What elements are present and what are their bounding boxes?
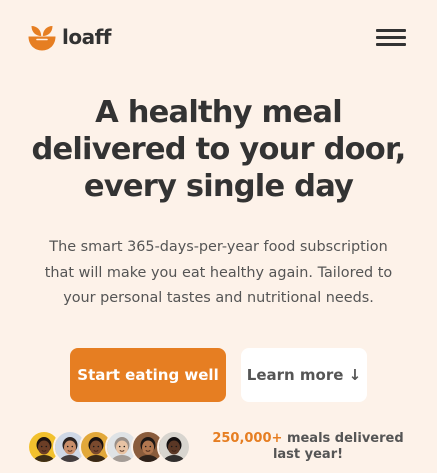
- hamburger-menu-icon[interactable]: [376, 27, 408, 49]
- bowl-sprout-icon: [28, 26, 56, 51]
- menu-bar: [376, 36, 406, 39]
- logo-text: loaff: [62, 25, 112, 49]
- meals-count: 250,000+: [212, 431, 283, 446]
- start-eating-button[interactable]: Start eating well: [70, 348, 226, 402]
- hero-description: The smart 365-days-per-year food subscri…: [30, 235, 407, 312]
- menu-bar: [376, 29, 406, 32]
- page: loaff A healthy meal delivered to your d…: [0, 0, 437, 473]
- logo[interactable]: loaff: [28, 22, 112, 52]
- hero-description-line: your personal tastes and nutritional nee…: [63, 290, 374, 307]
- hero-description-line: that will make you eat healthy again. Ta…: [44, 264, 393, 281]
- hero-description-line: The smart 365-days-per-year food subscri…: [49, 239, 388, 255]
- hero-title-line: A healthy meal: [95, 95, 343, 130]
- menu-bar: [376, 43, 406, 46]
- meals-delivered-label: meals delivered: [282, 431, 404, 446]
- meals-delivered-text: 250,000+ meals delivered last year!: [210, 431, 406, 463]
- customer-avatar-6: [157, 430, 191, 464]
- meals-delivered-period: last year!: [272, 447, 344, 462]
- hero-title: A healthy meal delivered to your door, e…: [0, 94, 437, 205]
- hero-title-line: delivered to your door,: [31, 132, 406, 167]
- hero-title-line: every single day: [83, 169, 354, 204]
- learn-more-button[interactable]: Learn more ↓: [241, 348, 367, 402]
